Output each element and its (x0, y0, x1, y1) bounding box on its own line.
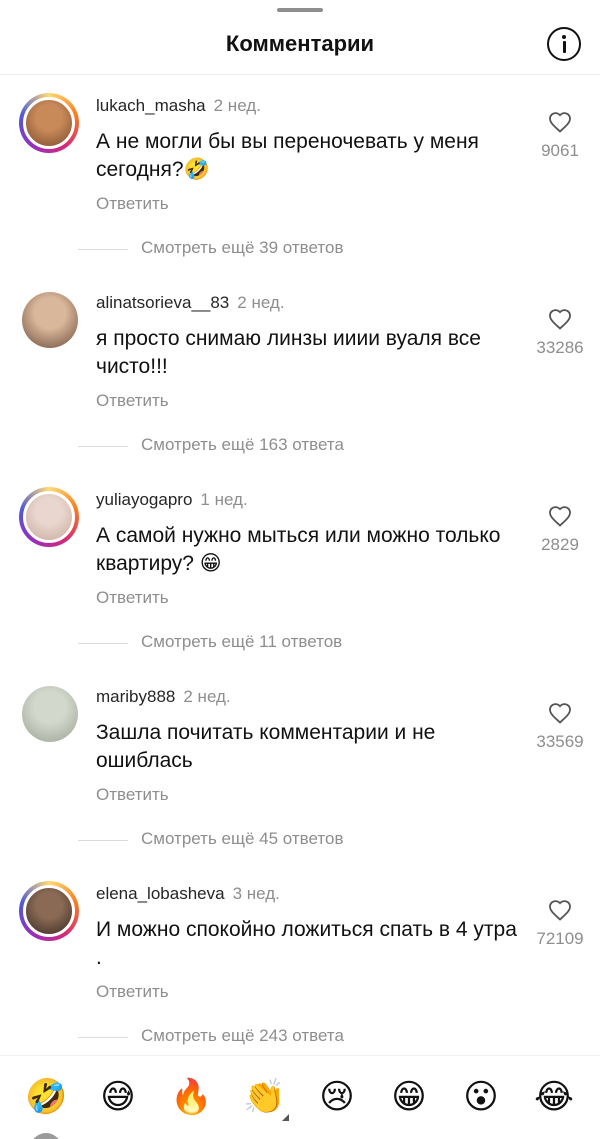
emoji-button[interactable]: 😂 (533, 1076, 575, 1118)
like-button[interactable]: 9061 (520, 111, 600, 161)
like-button[interactable]: 72109 (520, 899, 600, 949)
reply-button[interactable]: Ответить (96, 588, 169, 608)
avatar[interactable] (23, 97, 75, 149)
heart-icon[interactable] (548, 702, 572, 724)
view-more-replies-label: Смотреть ещё 163 ответа (141, 435, 344, 454)
comments-sheet: Комментарии lukach_masha 2 нед. А не могли… (0, 0, 600, 1139)
comment-item: lukach_masha 2 нед. А не могли бы вы перен… (0, 93, 600, 290)
comment-text: Зашла почитать комментарии и не ошиблась (96, 721, 436, 772)
view-more-replies-label: Смотреть ещё 243 ответа (141, 1026, 344, 1045)
comment-item: elena_lobasheva 3 нед. И можно спокойно ло… (0, 881, 600, 1078)
like-count: 33286 (536, 338, 584, 357)
emoji-button[interactable]: 😮 (460, 1076, 502, 1118)
reply-button[interactable]: Ответить (96, 982, 169, 1002)
emoji-button[interactable]: 😢 (316, 1076, 358, 1118)
comment-time: 2 нед. (213, 96, 261, 115)
view-more-replies-label: Смотреть ещё 45 ответов (141, 829, 344, 848)
emoji-button[interactable]: 😁 (388, 1076, 430, 1118)
avatar[interactable] (22, 292, 78, 348)
avatar[interactable] (23, 491, 75, 543)
like-button[interactable]: 33286 (520, 308, 600, 358)
comment-text: я просто снимаю линзы ииии вуаля все чис… (96, 327, 481, 378)
comment-item: alinatsorieva__83 2 нед. я просто снимаю л… (0, 290, 600, 487)
heart-icon[interactable] (548, 505, 572, 527)
comment-time: 2 нед. (183, 687, 231, 706)
avatar[interactable] (23, 885, 75, 937)
like-count: 72109 (536, 929, 584, 948)
comment-time: 1 нед. (200, 490, 248, 509)
emoji-button[interactable]: 😅 (97, 1076, 139, 1118)
comment-item: mariby888 2 нед. Зашла почитать комментари… (0, 684, 600, 881)
heart-icon[interactable] (548, 899, 572, 921)
like-count: 2829 (541, 535, 579, 554)
heart-icon[interactable] (548, 111, 572, 133)
like-button[interactable]: 2829 (520, 505, 600, 555)
comments-header: Комментарии (0, 0, 600, 75)
comment-time: 2 нед. (237, 293, 285, 312)
emoji-reaction-bar: 🤣 😅 🔥 👏 😢 😁 😮 😂 (0, 1055, 600, 1139)
comment-text: А не могли бы вы переночевать у меня сег… (96, 130, 479, 181)
view-more-replies-label: Смотреть ещё 11 ответов (141, 632, 343, 651)
reply-button[interactable]: Ответить (96, 391, 169, 411)
comment-username[interactable]: mariby888 (96, 687, 175, 706)
comment-username[interactable]: alinatsorieva__83 (96, 293, 229, 312)
reply-button[interactable]: Ответить (96, 194, 169, 214)
view-more-replies-label: Смотреть ещё 39 ответов (141, 238, 344, 257)
comment-text: И можно спокойно ложиться спать в 4 утра… (96, 918, 517, 969)
comment-username[interactable]: lukach_masha (96, 96, 206, 115)
like-count: 33569 (536, 732, 584, 751)
emoji-button[interactable]: 🔥 (170, 1076, 212, 1118)
comment-text: А самой нужно мыться или можно только кв… (96, 524, 501, 575)
like-count: 9061 (541, 141, 579, 160)
avatar[interactable] (22, 686, 78, 742)
emoji-button[interactable]: 🤣 (25, 1076, 67, 1118)
comment-username[interactable]: yuliayogapro (96, 490, 192, 509)
comment-item: yuliayogapro 1 нед. А самой нужно мыться и… (0, 487, 600, 684)
heart-icon[interactable] (548, 308, 572, 330)
emoji-button[interactable]: 👏 (243, 1076, 285, 1118)
comment-username[interactable]: elena_lobasheva (96, 884, 225, 903)
comment-time: 3 нед. (232, 884, 280, 903)
page-title: Комментарии (225, 31, 375, 56)
reply-button[interactable]: Ответить (96, 785, 169, 805)
info-icon[interactable] (547, 27, 581, 61)
like-button[interactable]: 33569 (520, 702, 600, 752)
